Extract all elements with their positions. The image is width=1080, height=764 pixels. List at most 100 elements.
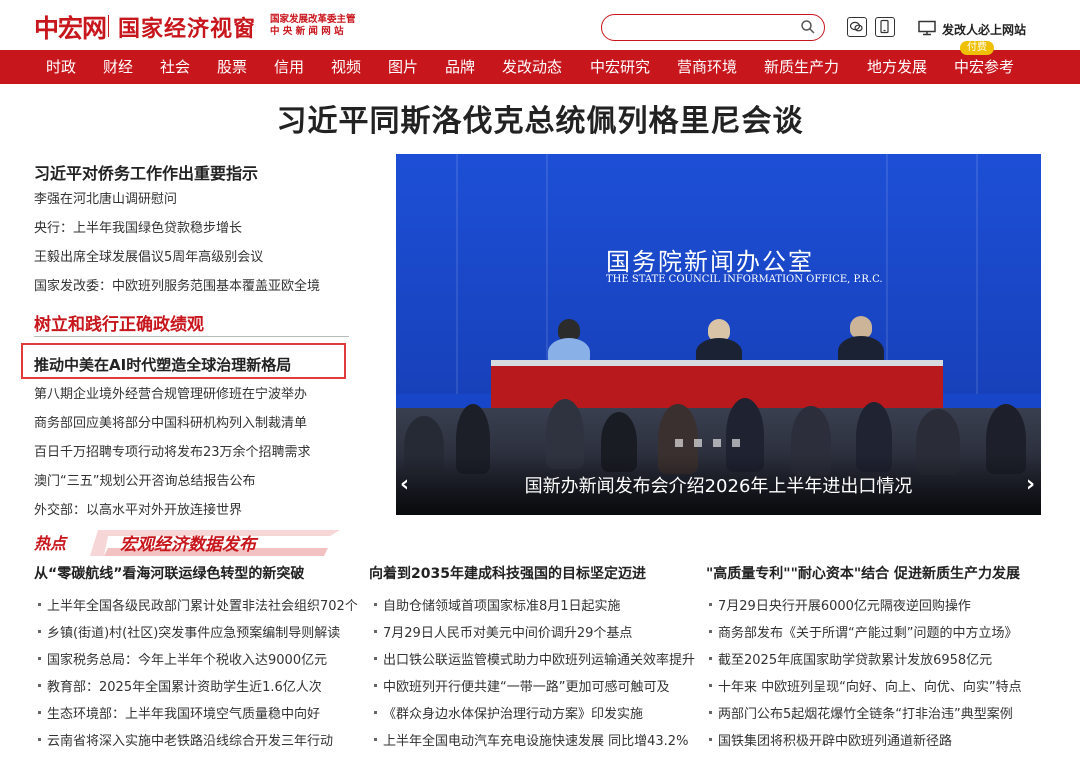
list-item[interactable]: 商务部发布《关于所谓“产能过剩”问题的中方立场》	[709, 622, 1017, 641]
list-item[interactable]: 《群众身边水体保护治理行动方案》印发实施	[374, 703, 643, 722]
bullet-icon	[38, 657, 41, 660]
list-item[interactable]: 两部门公布5起烟花爆竹全链条“打非治违”典型案例	[709, 703, 1013, 722]
monitor-icon[interactable]	[918, 20, 936, 36]
list-item[interactable]: 国家税务总局：今年上半年个税收入达9000亿元	[38, 649, 327, 668]
list-item[interactable]: 教育部：2025年全国累计资助学生近1.6亿人次	[38, 676, 322, 695]
carousel-dot[interactable]	[713, 439, 722, 447]
nav-item[interactable]: 图片	[388, 50, 418, 84]
bullet-icon	[709, 657, 712, 660]
carousel-caption[interactable]: 国新办新闻发布会介绍2026年上半年进出口情况	[396, 472, 1041, 498]
list-item[interactable]: 上半年全国各级民政部门累计处置非法社会组织702个	[38, 595, 358, 614]
site-header: 中宏网 国家经济视窗 国家发展改革委主管 中 央 新 闻 网 站 发改人必上网站	[0, 0, 1080, 50]
news-link[interactable]: 央行：上半年我国绿色贷款稳步增长	[34, 217, 242, 236]
news-link[interactable]: 李强在河北唐山调研慰问	[34, 188, 177, 207]
list-item[interactable]: 国铁集团将积极开辟中欧班列通道新径路	[709, 730, 952, 749]
list-item-text: 商务部发布《关于所谓“产能过剩”问题的中方立场》	[718, 626, 1018, 641]
carousel-dot[interactable]	[694, 439, 703, 447]
carousel-next-arrow-icon[interactable]: ›	[1026, 472, 1035, 497]
bullet-icon	[374, 711, 377, 714]
nav-item[interactable]: 中宏参考	[954, 50, 1014, 84]
nav-item[interactable]: 时政	[46, 50, 76, 84]
list-item[interactable]: 乡镇(街道)村(社区)突发事件应急预案编制导则解读	[38, 622, 340, 641]
homepage-link[interactable]: 发改人必上网站	[942, 21, 1026, 38]
list-item[interactable]: 中欧班列开行便共建“一带一路”更加可感可触可及	[374, 676, 669, 695]
nav-item[interactable]: 地方发展	[867, 50, 927, 84]
nav-item[interactable]: 品牌	[445, 50, 475, 84]
list-item-text: 教育部：2025年全国累计资助学生近1.6亿人次	[47, 680, 322, 695]
search-box	[601, 14, 825, 41]
nav-item[interactable]: 社会	[160, 50, 190, 84]
list-item-text: 7月29日人民币对美元中间价调升29个基点	[383, 626, 633, 641]
bullet-icon	[38, 603, 41, 606]
list-item[interactable]: 出口铁公联运监管模式助力中欧班列运输通关效率提升	[374, 649, 695, 668]
site-logo[interactable]: 中宏网	[34, 9, 107, 45]
logo-divider	[108, 15, 109, 37]
list-item[interactable]: 自助仓储领域首项国家标准8月1日起实施	[374, 595, 621, 614]
top-headline[interactable]: 习近平同斯洛伐克总统佩列格里尼会谈	[0, 96, 1080, 140]
search-icon[interactable]	[800, 19, 816, 35]
nav-item[interactable]: 营商环境	[677, 50, 737, 84]
list-item[interactable]: 生态环境部：上半年我国环境空气质量稳中向好	[38, 703, 320, 722]
section-divider	[34, 336, 349, 337]
list-item-text: 两部门公布5起烟花爆竹全链条“打非治违”典型案例	[718, 707, 1013, 722]
list-item[interactable]: 7月29日央行开展6000亿元隔夜逆回购操作	[709, 595, 971, 614]
bullet-icon	[38, 684, 41, 687]
wechat-icon[interactable]	[847, 17, 867, 37]
list-item[interactable]: 上半年全国电动汽车充电设施快速发展 同比增43.2%	[374, 730, 688, 749]
nav-item[interactable]: 视频	[331, 50, 361, 84]
bullet-icon	[709, 603, 712, 606]
nav-item[interactable]: 中宏研究	[590, 50, 650, 84]
carousel-dot[interactable]	[732, 439, 741, 447]
backdrop-org-name: 国务院新闻办公室	[606, 248, 814, 276]
list-item-text: 中欧班列开行便共建“一带一路”更加可感可触可及	[383, 680, 670, 695]
bullet-icon	[374, 630, 377, 633]
lead-news-title[interactable]: 习近平对侨务工作作出重要指示	[34, 160, 258, 184]
list-item-text: 十年来 中欧班列呈现“向好、向上、向优、向实”特点	[718, 680, 1022, 695]
highlighted-news-title[interactable]: 推动中美在AI时代塑造全球治理新格局	[34, 354, 291, 375]
speaker-head	[850, 316, 872, 338]
news-link[interactable]: 王毅出席全球发展倡议5周年高级别会议	[34, 246, 263, 265]
news-link[interactable]: 外交部：以高水平对外开放连接世界	[34, 499, 242, 518]
featured-section-title[interactable]: 树立和践行正确政绩观	[34, 310, 204, 335]
news-link[interactable]: 商务部回应美将部分中国科研机构列入制裁清单	[34, 412, 307, 431]
bullet-icon	[374, 684, 377, 687]
site-title[interactable]: 国家经济视窗	[118, 11, 256, 43]
list-item-text: 上半年全国各级民政部门累计处置非法社会组织702个	[47, 599, 358, 614]
backdrop-org-name-en: THE STATE COUNCIL INFORMATION OFFICE, P.…	[606, 274, 883, 285]
list-item-text: 上半年全国电动汽车充电设施快速发展 同比增43.2%	[383, 734, 689, 749]
nav-item[interactable]: 信用	[274, 50, 304, 84]
bullet-icon	[709, 738, 712, 741]
wechat-glyph	[849, 21, 863, 32]
logo-subtitle-line2: 中 央 新 闻 网 站	[270, 26, 344, 37]
news-carousel[interactable]: 国务院新闻办公室 THE STATE COUNCIL INFORMATION O…	[396, 154, 1041, 515]
mobile-icon[interactable]	[875, 17, 895, 37]
news-link[interactable]: 第八期企业境外经营合规管理研修班在宁波举办	[34, 383, 307, 402]
list-item-text: 出口铁公联运监管模式助力中欧班列运输通关效率提升	[383, 653, 696, 668]
mobile-glyph	[880, 19, 889, 34]
nav-item[interactable]: 发改动态	[502, 50, 562, 84]
news-link[interactable]: 百日千万招聘专项行动将发布23万余个招聘需求	[34, 441, 311, 460]
logo-subtitle-line1: 国家发展改革委主管	[270, 14, 356, 25]
news-link[interactable]: 澳门“三五”规划公开咨询总结报告公布	[34, 470, 255, 489]
hot-section-title[interactable]: 宏观经济数据发布	[120, 530, 256, 555]
carousel-dot[interactable]	[675, 439, 683, 447]
list-item[interactable]: 十年来 中欧班列呈现“向好、向上、向优、向实”特点	[709, 676, 1022, 695]
column-title[interactable]: 向着到2035年建成科技强国的目标坚定迈进	[369, 563, 646, 583]
carousel-indicators	[675, 432, 746, 451]
column-title[interactable]: "高质量专利""耐心资本"结合 促进新质生产力发展	[706, 563, 1020, 583]
list-item-text: 7月29日央行开展6000亿元隔夜逆回购操作	[718, 599, 971, 614]
bullet-icon	[374, 657, 377, 660]
list-item[interactable]: 截至2025年底国家助学贷款累计发放6958亿元	[709, 649, 992, 668]
search-input[interactable]	[614, 19, 794, 37]
logo-subtitle: 国家发展改革委主管 中 央 新 闻 网 站	[270, 14, 356, 38]
news-link[interactable]: 国家发改委：中欧班列服务范围基本覆盖亚欧全境	[34, 275, 320, 294]
nav-item[interactable]: 财经	[103, 50, 133, 84]
list-item[interactable]: 7月29日人民币对美元中间价调升29个基点	[374, 622, 632, 641]
column-title[interactable]: 从“零碳航线”看海河联运绿色转型的新突破	[34, 563, 304, 583]
nav-item[interactable]: 股票	[217, 50, 247, 84]
carousel-prev-arrow-icon[interactable]: ‹	[400, 472, 409, 497]
nav-item[interactable]: 新质生产力	[764, 50, 839, 84]
hot-tag: 热点	[34, 534, 67, 553]
list-item[interactable]: 云南省将深入实施中老铁路沿线综合开发三年行动	[38, 730, 333, 749]
bullet-icon	[709, 711, 712, 714]
